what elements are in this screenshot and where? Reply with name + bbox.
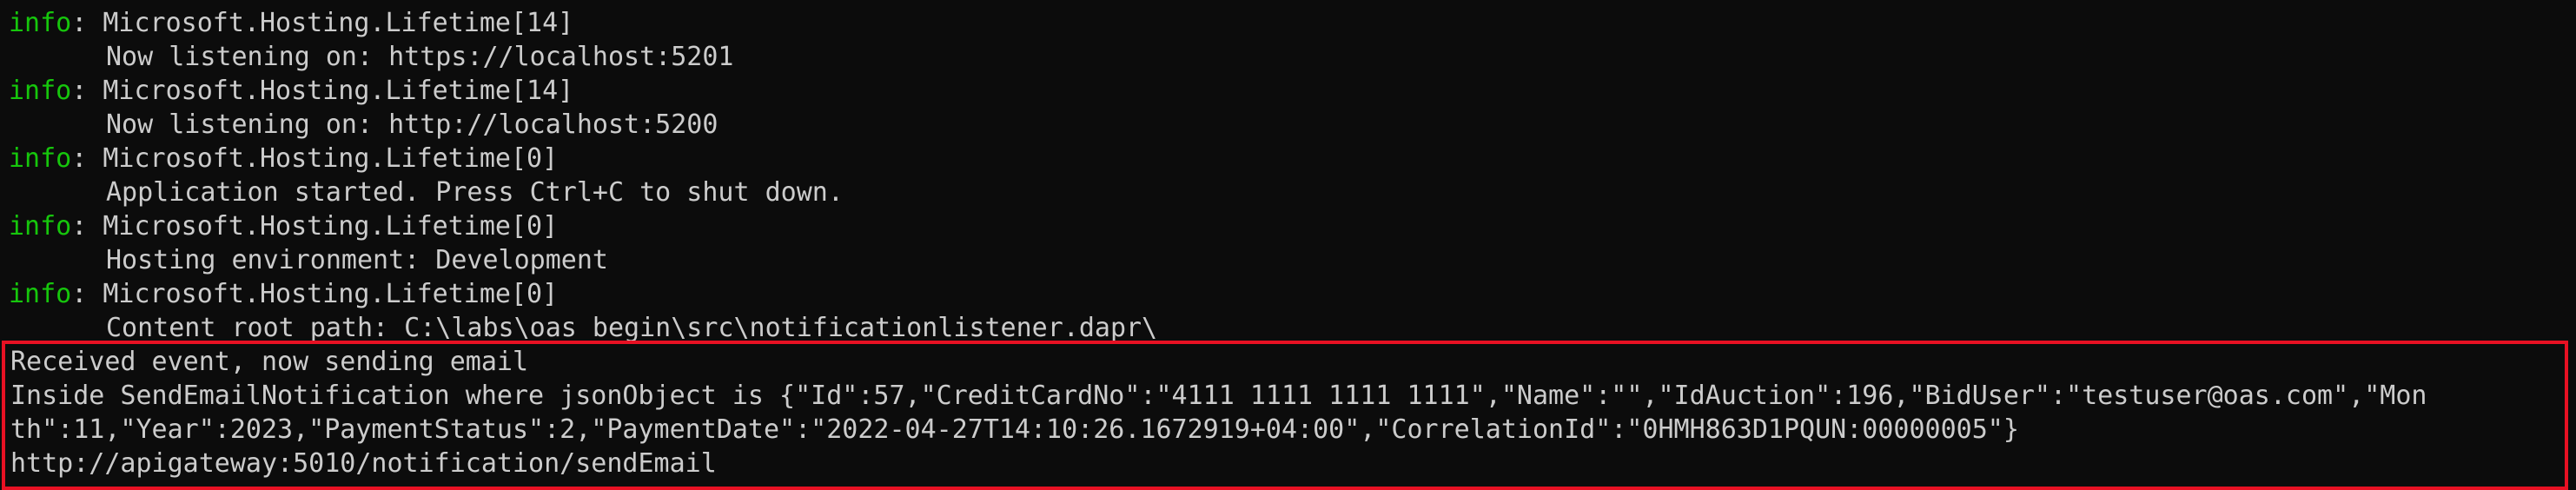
log-message: Hosting environment: Development <box>106 245 608 275</box>
log-level-info: info <box>9 211 72 242</box>
log-level-info: info <box>9 279 72 309</box>
log-source: : Microsoft.Hosting.Lifetime[14] <box>71 8 574 38</box>
highlight-box: Received event, now sending email Inside… <box>2 341 2568 490</box>
terminal-window[interactable]: info: Microsoft.Hosting.Lifetime[14] Now… <box>0 0 2576 490</box>
log-header-line: info: Microsoft.Hosting.Lifetime[14] <box>9 7 573 40</box>
highlighted-line-json-object: Inside SendEmailNotification where jsonO… <box>10 381 2427 411</box>
highlighted-line-received-event: Received event, now sending email <box>10 347 529 377</box>
log-source: : Microsoft.Hosting.Lifetime[14] <box>71 76 574 106</box>
log-source: : Microsoft.Hosting.Lifetime[0] <box>71 211 559 242</box>
log-source: : Microsoft.Hosting.Lifetime[0] <box>71 143 559 174</box>
log-header-line: info: Microsoft.Hosting.Lifetime[0] <box>9 278 558 311</box>
log-message: Now listening on: http://localhost:5200 <box>106 109 718 140</box>
log-level-info: info <box>9 8 72 38</box>
log-message: Application started. Press Ctrl+C to shu… <box>106 177 844 208</box>
log-level-info: info <box>9 76 72 106</box>
highlighted-line-url: http://apigateway:5010/notification/send… <box>10 448 717 479</box>
log-header-line: info: Microsoft.Hosting.Lifetime[0] <box>9 142 558 175</box>
highlighted-line-json-continued: th":11,"Year":2023,"PaymentStatus":2,"Pa… <box>10 414 2019 445</box>
log-header-line: info: Microsoft.Hosting.Lifetime[14] <box>9 75 573 108</box>
log-source: : Microsoft.Hosting.Lifetime[0] <box>71 279 559 309</box>
log-level-info: info <box>9 143 72 174</box>
log-message: Now listening on: https://localhost:5201 <box>106 42 734 72</box>
log-header-line: info: Microsoft.Hosting.Lifetime[0] <box>9 210 558 243</box>
